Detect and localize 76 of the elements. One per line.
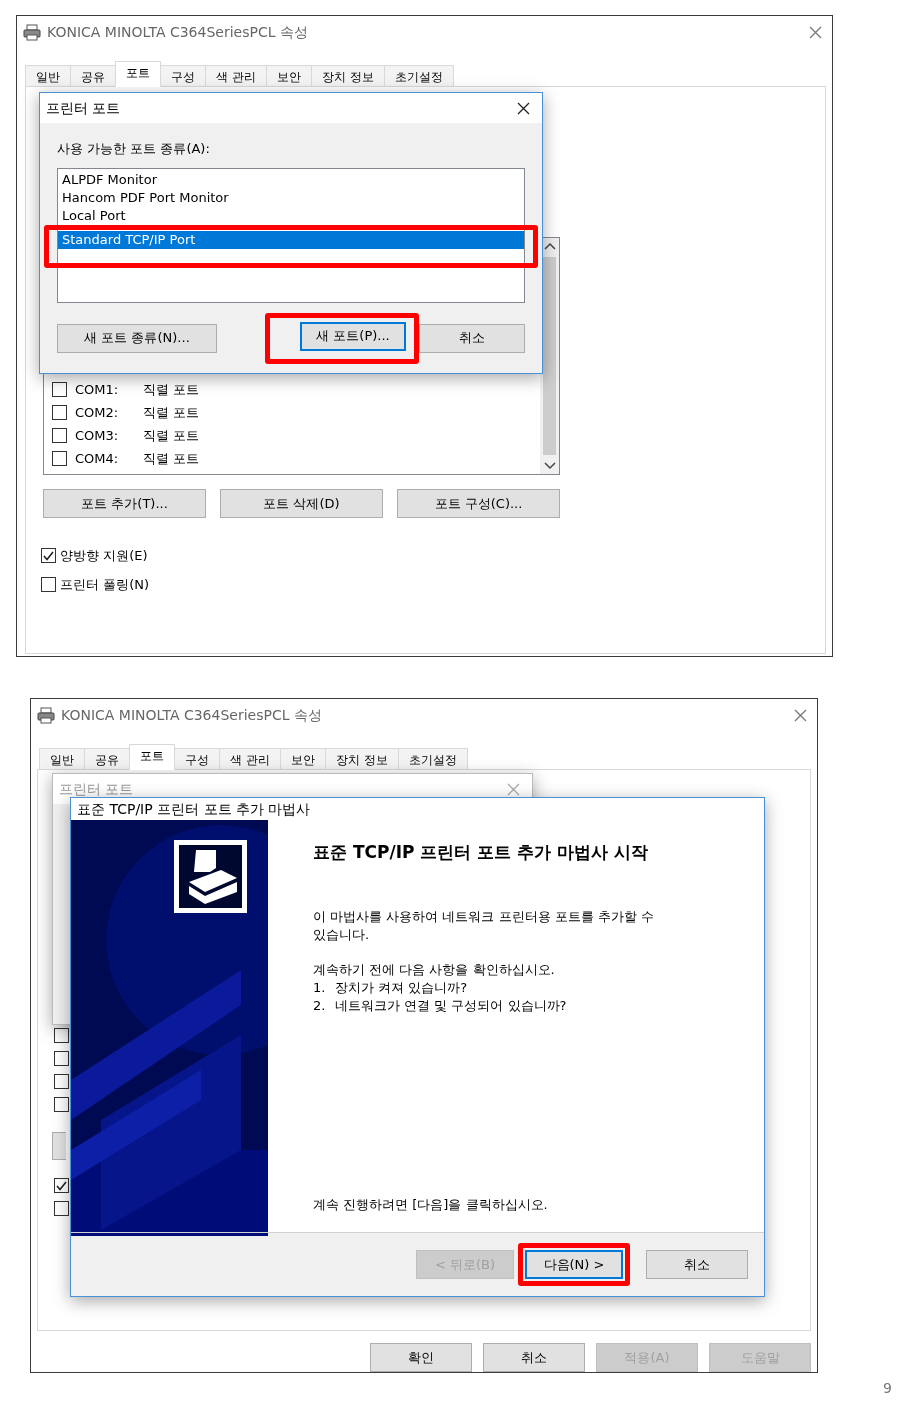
tab[interactable]: 초기설정	[383, 65, 454, 87]
tab[interactable]: 초기설정	[397, 748, 468, 770]
checklist-item: 네트워크가 연결 및 구성되어 있습니까?	[335, 997, 567, 1015]
checkbox[interactable]	[54, 1051, 69, 1066]
list-item[interactable]: Local Port	[58, 206, 524, 225]
checkbox[interactable]	[41, 548, 56, 564]
page-number: 9	[883, 1379, 892, 1398]
checkbox[interactable]	[54, 1178, 69, 1193]
list-number: 1.	[313, 979, 327, 997]
list-label: 사용 가능한 포트 종류(A):	[57, 140, 211, 158]
intro-text: 이 마법사를 사용하여 네트워크 프린터용 포트를 추가할 수 있습니다.	[313, 907, 655, 944]
tab[interactable]: 구성	[174, 748, 220, 770]
dialog-title: 프린터 포트	[46, 98, 121, 118]
window-title: KONICA MINOLTA C364SeriesPCL 속성	[61, 706, 322, 725]
footer-text: 계속 진행하려면 [다음]을 클릭하십시오.	[313, 1195, 549, 1214]
checkbox[interactable]	[54, 1028, 69, 1043]
port-name: COM4:	[75, 449, 120, 468]
tab[interactable]: 일반	[25, 65, 71, 87]
checkbox[interactable]	[52, 405, 67, 420]
tab[interactable]: 공유	[84, 748, 130, 770]
checkbox[interactable]	[54, 1097, 69, 1112]
printer-icon	[23, 24, 41, 41]
button[interactable]: 확인	[370, 1343, 472, 1372]
window-title: KONICA MINOLTA C364SeriesPCL 속성	[47, 23, 308, 42]
tab[interactable]: 보안	[279, 748, 326, 770]
close-icon	[505, 781, 521, 797]
tab[interactable]: 색 관리	[219, 748, 281, 770]
button[interactable]: 포트 구성(C)...	[397, 489, 560, 518]
checklist-title: 계속하기 전에 다음 사항을 확인하십시오.	[313, 960, 556, 979]
close-icon	[807, 25, 823, 40]
tab[interactable]: 장치 정보	[324, 748, 399, 770]
checkbox[interactable]	[41, 576, 56, 592]
port-description: 직렬 포트	[143, 426, 200, 445]
close-icon	[792, 708, 808, 723]
button[interactable]: 다음(N) >	[525, 1250, 623, 1279]
list-item[interactable]: Hancom PDF Port Monitor	[58, 188, 524, 207]
button[interactable]: 새 포트 종류(N)...	[57, 323, 217, 353]
checkbox[interactable]	[52, 451, 67, 466]
wizard-heading: 표준 TCP/IP 프린터 포트 추가 마법사 시작	[313, 841, 650, 864]
tab[interactable]: 일반	[39, 748, 85, 770]
checkbox-label: 프린터 풀링(N)	[60, 575, 149, 594]
button[interactable]: 포트 삭제(D)	[220, 489, 383, 518]
scroll-up-icon[interactable]	[543, 242, 556, 251]
scroll-down-icon[interactable]	[543, 461, 556, 470]
checkbox[interactable]	[52, 382, 67, 397]
tab[interactable]: 색 관리	[205, 65, 267, 87]
checkbox[interactable]	[54, 1074, 69, 1089]
list-item[interactable]: ALPDF Monitor	[58, 170, 524, 189]
tab[interactable]: 공유	[70, 65, 116, 87]
button[interactable]: 취소	[646, 1250, 748, 1279]
close-icon	[515, 100, 531, 116]
list-number: 2.	[313, 997, 327, 1015]
tab[interactable]: 구성	[160, 65, 206, 87]
tab[interactable]: 보안	[265, 65, 312, 87]
checkbox-label: 양방향 지원(E)	[60, 547, 148, 565]
button[interactable]: 포트 추가(T)...	[43, 489, 206, 518]
port-description: 직렬 포트	[143, 403, 200, 422]
port-name: COM3:	[75, 426, 120, 445]
tab[interactable]: 포트	[129, 744, 175, 770]
printer-icon	[37, 707, 55, 724]
checklist-item: 장치가 켜져 있습니까?	[335, 979, 468, 997]
scroll-thumb[interactable]	[543, 257, 556, 455]
port-name: COM2:	[75, 403, 120, 422]
dialog-title: 표준 TCP/IP 프린터 포트 추가 마법사	[77, 799, 311, 819]
tab[interactable]: 장치 정보	[310, 65, 385, 87]
checkbox[interactable]	[54, 1201, 69, 1216]
button[interactable]: 취소	[483, 1343, 585, 1372]
port-name: COM1:	[75, 380, 120, 399]
button[interactable]: 취소	[419, 323, 525, 353]
button[interactable]: 새 포트(P)...	[300, 321, 406, 351]
port-description: 직렬 포트	[143, 380, 200, 399]
tab[interactable]: 포트	[115, 61, 161, 87]
checkbox[interactable]	[52, 428, 67, 443]
dialog-title: 프린터 포트	[59, 779, 134, 799]
list-item[interactable]: Standard TCP/IP Port	[58, 230, 524, 249]
port-description: 직렬 포트	[143, 449, 200, 468]
